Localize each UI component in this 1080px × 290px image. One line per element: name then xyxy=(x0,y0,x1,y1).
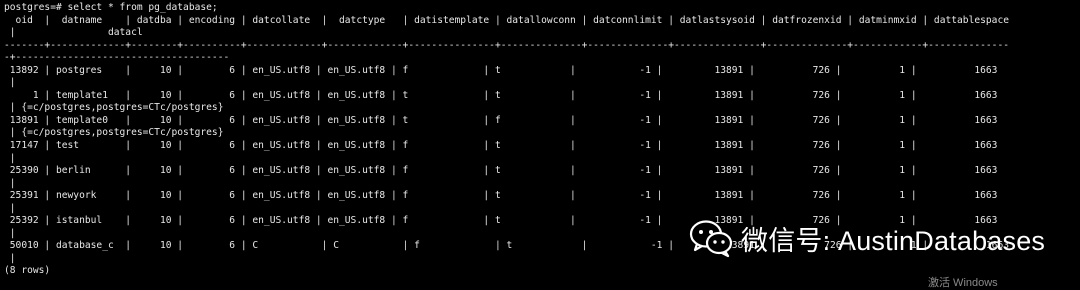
terminal-line: 25392 | istanbul | 10 | 6 | en_US.utf8 |… xyxy=(4,215,998,227)
terminal-line: | {=c/postgres,postgres=CTc/postgres} xyxy=(4,102,224,114)
terminal-line: postgres=# select * from pg_database; xyxy=(4,2,218,13)
terminal-line: | xyxy=(4,252,16,264)
terminal-line: 25391 | newyork | 10 | 6 | en_US.utf8 | … xyxy=(4,190,998,202)
terminal-output: postgres=# select * from pg_database; oi… xyxy=(0,0,1080,278)
terminal-line: | xyxy=(4,152,16,164)
terminal-line: 13892 | postgres | 10 | 6 | en_US.utf8 |… xyxy=(4,64,998,76)
terminal-line: oid | datname | datdba | encoding | datc… xyxy=(4,14,1010,26)
terminal-line: 50010 | database_c | 10 | 6 | C | C | f … xyxy=(4,240,1010,252)
terminal-line: | xyxy=(4,177,16,189)
terminal-line: 1 | template1 | 10 | 6 | en_US.utf8 | en… xyxy=(4,89,998,101)
terminal-line: | xyxy=(4,202,16,214)
terminal-line: | xyxy=(4,227,16,239)
terminal-window[interactable]: postgres=# select * from pg_database; oi… xyxy=(0,0,1080,287)
terminal-line: -------+-------------+--------+---------… xyxy=(4,39,1010,51)
activate-windows-text: 激活 Windows xyxy=(928,277,998,289)
terminal-line: 17147 | test | 10 | 6 | en_US.utf8 | en_… xyxy=(4,140,998,152)
terminal-line: 13891 | template0 | 10 | 6 | en_US.utf8 … xyxy=(4,114,998,126)
terminal-line: (8 rows) xyxy=(4,265,51,277)
terminal-line: -+------------------------------------- xyxy=(4,52,230,64)
terminal-line: | {=c/postgres,postgres=CTc/postgres} xyxy=(4,127,224,139)
terminal-line: 25390 | berlin | 10 | 6 | en_US.utf8 | e… xyxy=(4,165,998,177)
terminal-line: | datacl xyxy=(4,27,143,39)
terminal-line: | xyxy=(4,77,16,89)
